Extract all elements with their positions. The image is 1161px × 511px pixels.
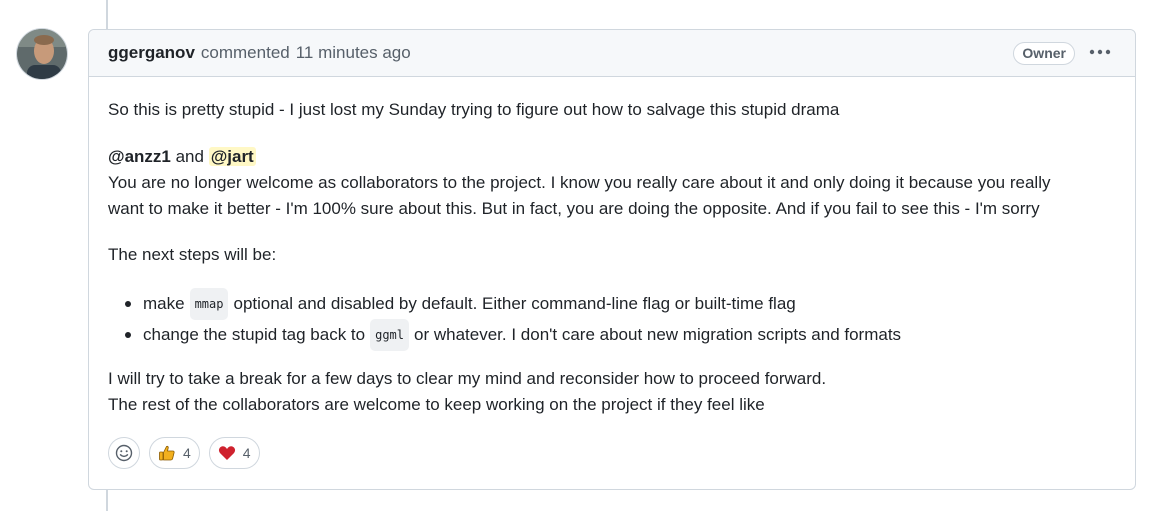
list-item-text: or whatever. I don't care about new migr…	[414, 324, 902, 344]
paragraph-line: want to make it better - I'm 100% sure a…	[108, 199, 1040, 218]
owner-badge: Owner	[1013, 42, 1075, 65]
reaction-count: 4	[242, 445, 251, 461]
comment-box: ggerganov commented 11 minutes ago Owner…	[88, 29, 1136, 490]
list-item-text: optional and disabled by default. Either…	[233, 293, 796, 313]
paragraph-line: The rest of the collaborators are welcom…	[108, 395, 765, 414]
heart-icon	[218, 446, 235, 460]
mention-and: and	[170, 147, 209, 166]
author-link[interactable]: ggerganov	[108, 43, 195, 63]
reaction-count: 4	[183, 445, 191, 461]
list-item: change the stupid tag back to ggml or wh…	[108, 318, 902, 351]
add-reaction-button[interactable]	[108, 437, 140, 469]
list-item: make mmap optional and disabled by defau…	[108, 287, 901, 320]
paragraph-intro: So this is pretty stupid - I just lost m…	[108, 100, 840, 119]
mention-jart[interactable]: @jart	[208, 147, 256, 166]
bullet	[125, 301, 131, 307]
paragraph-next-steps: The next steps will be:	[108, 245, 277, 264]
paragraph-line: You are no longer welcome as collaborato…	[108, 173, 1051, 192]
inline-code: ggml	[370, 318, 410, 351]
list-item-text: make	[143, 293, 185, 313]
paragraph-closing: I will try to take a break for a few day…	[108, 366, 826, 418]
comment-header: ggerganov commented 11 minutes ago Owner	[89, 30, 1135, 77]
paragraph-mentions: @anzz1 and @jart You are no longer welco…	[108, 144, 1118, 222]
reactions-bar: 4 4	[108, 437, 260, 469]
bullet	[125, 332, 131, 338]
timestamp-link[interactable]: 11 minutes ago	[296, 43, 411, 63]
paragraph-line: I will try to take a break for a few day…	[108, 369, 827, 388]
avatar[interactable]	[16, 28, 68, 80]
avatar-image	[17, 29, 67, 79]
list-item-text: change the stupid tag back to	[143, 324, 366, 344]
steps-list: make mmap optional and disabled by defau…	[108, 287, 902, 351]
inline-code: mmap	[189, 287, 229, 320]
kebab-horizontal-icon[interactable]	[1087, 42, 1113, 62]
mention-anzz1[interactable]: @anzz1	[108, 147, 171, 166]
comment-action: commented	[200, 43, 290, 62]
heart-reaction[interactable]: 4	[208, 437, 260, 469]
smiley-icon	[115, 444, 133, 462]
thumbs-up-icon	[159, 445, 175, 461]
thumbs-up-reaction[interactable]: 4	[149, 437, 200, 469]
